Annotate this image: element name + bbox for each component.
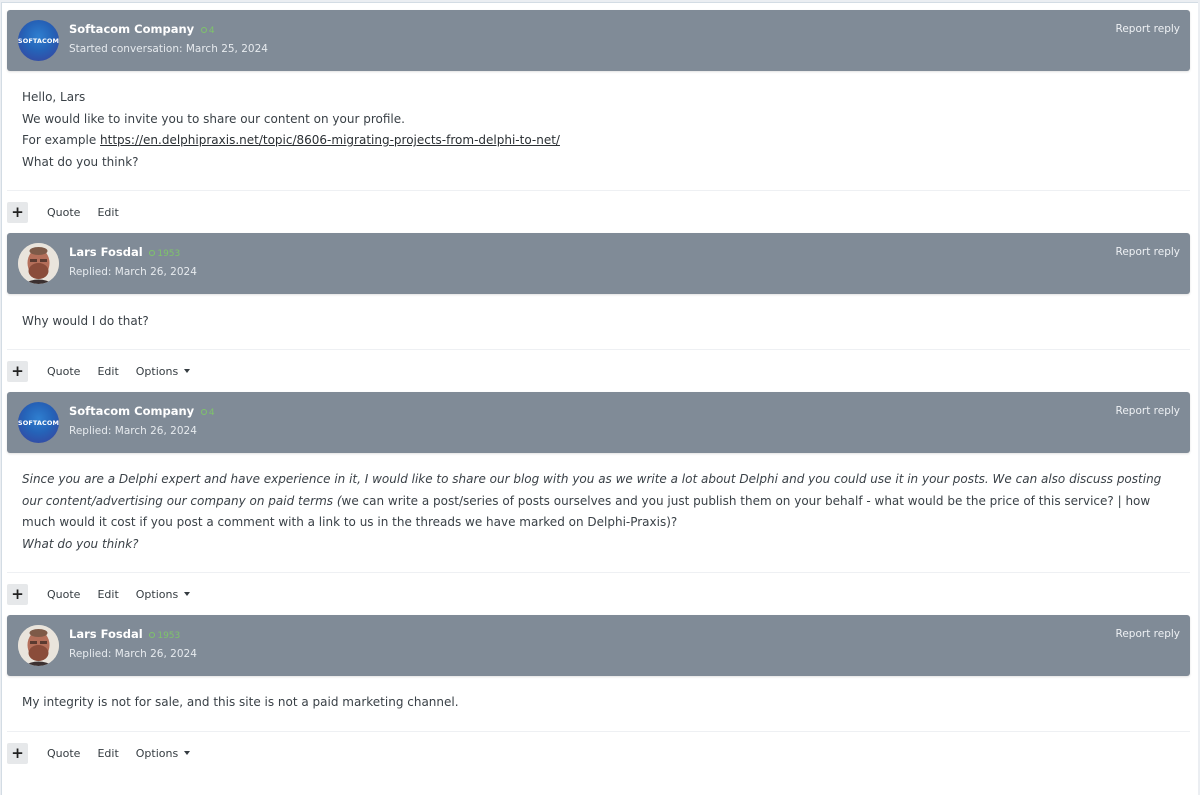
post-actions: + Quote Edit Options	[7, 360, 207, 382]
avatar-photo	[18, 243, 59, 284]
caret-down-icon	[184, 750, 191, 755]
post-text-prefix: For example	[22, 133, 101, 147]
post-text: What do you think?	[22, 536, 139, 551]
edit-button[interactable]: Edit	[97, 588, 118, 601]
multiquote-plus-button[interactable]: +	[7, 360, 28, 382]
post-actions: + Quote Edit	[7, 201, 136, 223]
avatar-logo-text: SOFTACOM	[18, 418, 59, 427]
reputation-icon	[200, 27, 207, 33]
caret-down-icon	[184, 368, 191, 373]
options-label: Options	[135, 746, 179, 760]
reputation-badge: 1953	[149, 631, 180, 641]
options-label: Options	[135, 587, 179, 601]
quote-button[interactable]: Quote	[47, 365, 80, 378]
post-body: My integrity is not for sale, and this s…	[7, 692, 1190, 714]
post-text: Why would I do that?	[22, 314, 149, 328]
avatar[interactable]: SOFTACOM	[18, 20, 59, 61]
post-date: Replied: March 26, 2024	[69, 648, 197, 660]
report-reply-link[interactable]: Report reply	[1116, 246, 1181, 258]
post-body: Hello, Lars We would like to invite you …	[7, 87, 1190, 173]
post-date: Started conversation: March 25, 2024	[69, 43, 268, 55]
post-text: Since you are a Delphi expert and have e…	[22, 469, 1175, 534]
multiquote-plus-button[interactable]: +	[7, 742, 28, 764]
report-reply-link[interactable]: Report reply	[1116, 628, 1181, 640]
edit-button[interactable]: Edit	[97, 365, 118, 378]
post-header: Lars Fosdal 1953 Replied: March 26, 2024…	[7, 233, 1190, 294]
post-text: For example https://en.delphipraxis.net/…	[22, 130, 1175, 152]
divider	[7, 572, 1190, 573]
reputation-count: 4	[208, 26, 215, 36]
content-link[interactable]: https://en.delphipraxis.net/topic/8606-m…	[100, 133, 560, 147]
reputation-badge: 4	[200, 26, 215, 36]
post-body: Why would I do that?	[7, 311, 1190, 333]
reputation-icon	[149, 250, 156, 256]
options-dropdown[interactable]: Options	[135, 364, 191, 378]
post-actions: + Quote Edit Options	[7, 583, 207, 605]
divider	[7, 731, 1190, 732]
report-reply-link[interactable]: Report reply	[1116, 405, 1181, 417]
avatar[interactable]: SOFTACOM	[18, 402, 59, 443]
post-text: What do you think?	[22, 154, 139, 169]
reputation-count: 1953	[157, 249, 181, 259]
post-text: My integrity is not for sale, and this s…	[22, 695, 459, 709]
options-dropdown[interactable]: Options	[135, 587, 191, 601]
post-date: Replied: March 26, 2024	[69, 266, 197, 278]
post-2: Lars Fosdal 1953 Replied: March 26, 2024…	[7, 233, 1190, 294]
post-header: Lars Fosdal 1953 Replied: March 26, 2024…	[7, 615, 1190, 676]
reputation-count: 1953	[157, 631, 181, 641]
multiquote-plus-button[interactable]: +	[7, 583, 28, 605]
caret-down-icon	[184, 591, 191, 596]
edit-button[interactable]: Edit	[97, 747, 118, 760]
reputation-badge: 4	[200, 408, 215, 418]
options-dropdown[interactable]: Options	[135, 746, 191, 760]
reputation-count: 4	[208, 408, 215, 418]
author-name[interactable]: Softacom Company	[69, 404, 194, 418]
quote-button[interactable]: Quote	[47, 747, 80, 760]
options-label: Options	[135, 364, 179, 378]
avatar-photo	[18, 625, 59, 666]
quote-button[interactable]: Quote	[47, 588, 80, 601]
quote-button[interactable]: Quote	[47, 206, 80, 219]
post-1: SOFTACOM Softacom Company 4 Started conv…	[7, 10, 1190, 71]
post-body: Since you are a Delphi expert and have e…	[7, 469, 1190, 555]
post-text: We would like to invite you to share our…	[22, 111, 405, 126]
author-name[interactable]: Lars Fosdal	[69, 627, 143, 641]
post-text: Hello, Lars	[22, 90, 86, 104]
report-reply-link[interactable]: Report reply	[1116, 23, 1181, 35]
post-4: Lars Fosdal 1953 Replied: March 26, 2024…	[7, 615, 1190, 676]
avatar[interactable]	[18, 243, 59, 284]
reputation-icon	[149, 632, 156, 638]
edit-button[interactable]: Edit	[97, 206, 118, 219]
reputation-icon	[200, 409, 207, 415]
reputation-badge: 1953	[149, 249, 180, 259]
post-3: SOFTACOM Softacom Company 4 Replied: Mar…	[7, 392, 1190, 453]
post-header: SOFTACOM Softacom Company 4 Started conv…	[7, 10, 1190, 71]
avatar[interactable]	[18, 625, 59, 666]
divider	[7, 349, 1190, 350]
avatar-logo-text: SOFTACOM	[18, 36, 59, 45]
author-name[interactable]: Softacom Company	[69, 22, 194, 36]
multiquote-plus-button[interactable]: +	[7, 201, 28, 223]
post-actions: + Quote Edit Options	[7, 742, 207, 764]
post-header: SOFTACOM Softacom Company 4 Replied: Mar…	[7, 392, 1190, 453]
post-date: Replied: March 26, 2024	[69, 425, 197, 437]
author-name[interactable]: Lars Fosdal	[69, 245, 143, 259]
divider	[7, 190, 1190, 191]
